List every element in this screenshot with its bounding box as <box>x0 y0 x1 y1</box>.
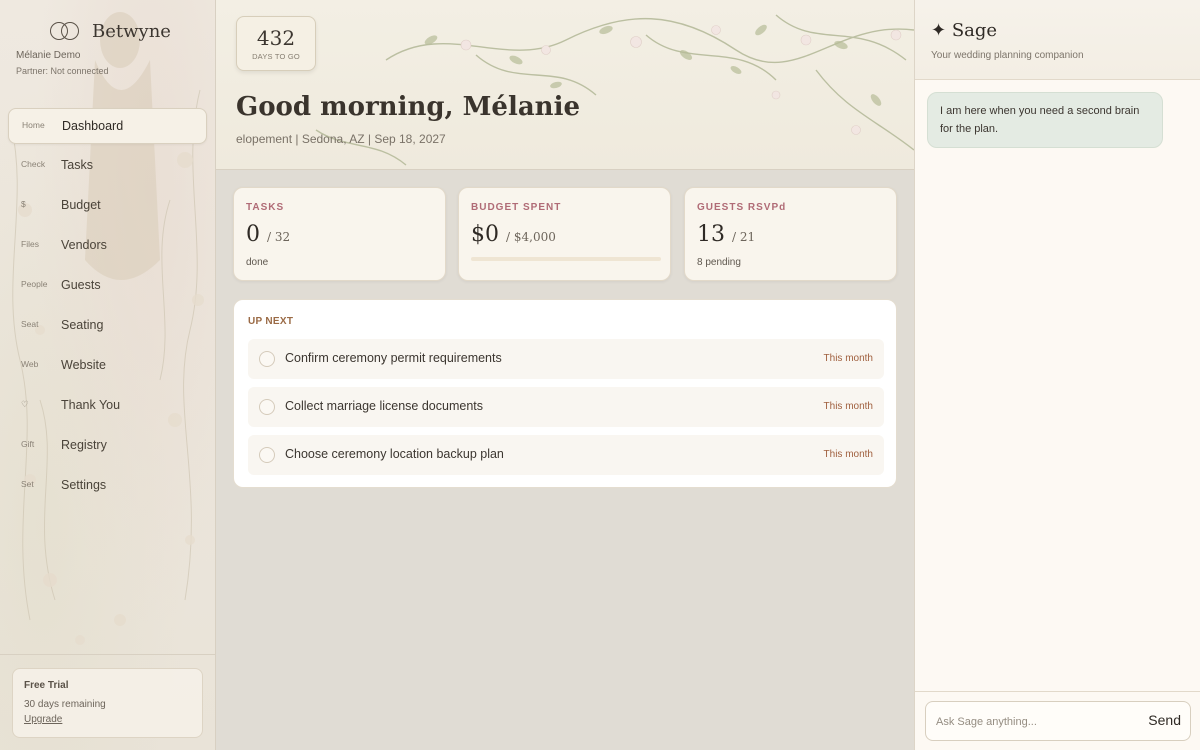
stat-footnote: 8 pending <box>697 257 741 268</box>
task-checkbox[interactable] <box>259 399 275 415</box>
sidebar-item-label: Registry <box>61 438 107 452</box>
task-label: Collect marriage license documents <box>285 399 484 413</box>
sidebar-item-label: Thank You <box>61 398 121 412</box>
task-label: Choose ceremony location backup plan <box>285 447 504 461</box>
sidebar-item-label: Website <box>61 358 106 372</box>
sidebar-item-settings[interactable]: Set Settings <box>8 468 207 504</box>
countdown-badge: 432 DAYS TO GO <box>236 16 316 71</box>
heart-icon: ♡ <box>21 399 29 409</box>
settings-icon: Set <box>21 479 34 489</box>
dollar-icon: $ <box>21 199 26 209</box>
sidebar-item-label: Dashboard <box>62 119 124 133</box>
sidebar-item-label: Seating <box>61 318 104 332</box>
brand[interactable]: Betwyne <box>50 20 171 42</box>
up-next-panel: UP NEXT Confirm ceremony permit requirem… <box>233 299 897 488</box>
stat-footnote: done <box>246 257 269 268</box>
sidebar-divider <box>0 654 215 655</box>
web-icon: Web <box>21 359 39 369</box>
gift-icon: Gift <box>21 439 35 449</box>
seat-icon: Seat <box>21 319 39 329</box>
budget-spent-amount: $0 <box>471 222 499 247</box>
task-due: This month <box>823 449 873 460</box>
budget-progress-bar <box>471 257 661 261</box>
sidebar-item-vendors[interactable]: Files Vendors <box>8 228 207 264</box>
up-next-title: UP NEXT <box>248 316 294 327</box>
stat-value: 0 / 32 <box>246 222 290 247</box>
upgrade-link[interactable]: Upgrade <box>24 714 62 725</box>
task-checkbox[interactable] <box>259 351 275 367</box>
tasks-done-count: 0 <box>246 222 260 247</box>
sidebar-item-dashboard[interactable]: Home Dashboard <box>8 108 207 144</box>
sparkle-icon: ✦ <box>931 20 947 41</box>
sidebar-item-seating[interactable]: Seat Seating <box>8 308 207 344</box>
sidebar-item-label: Budget <box>61 198 101 212</box>
sidebar-nav: Home Dashboard Check Tasks $ Budget File… <box>8 108 207 508</box>
days-to-go-count: 432 <box>256 26 296 50</box>
stat-title: BUDGET SPENT <box>471 202 562 213</box>
task-checkbox[interactable] <box>259 447 275 463</box>
sidebar-item-label: Guests <box>61 278 101 292</box>
sidebar-item-label: Tasks <box>61 158 93 172</box>
people-icon: People <box>21 279 48 289</box>
tasks-total: / 32 <box>267 230 291 244</box>
list-item[interactable]: Collect marriage license documents This … <box>248 387 884 427</box>
sidebar-item-label: Settings <box>61 478 107 492</box>
wedding-rings-icon <box>50 20 82 42</box>
assistant-title: ✦ Sage <box>931 20 997 41</box>
sage-assistant-panel: ✦ Sage Your wedding planning companion I… <box>914 0 1200 750</box>
tasks-stat-card[interactable]: TASKS 0 / 32 done <box>233 187 446 281</box>
sidebar-item-thank-you[interactable]: ♡ Thank You <box>8 388 207 424</box>
trial-days-remaining: 30 days remaining <box>24 699 106 710</box>
budget-stat-card[interactable]: BUDGET SPENT $0 / $4,000 <box>458 187 671 281</box>
event-details: elopement | Sedona, AZ | Sep 18, 2027 <box>236 132 446 146</box>
partner-status: Partner: Not connected <box>16 66 109 76</box>
guests-stat-card[interactable]: GUESTS RSVPd 13 / 21 8 pending <box>684 187 897 281</box>
page-title: Good morning, Mélanie <box>236 92 581 122</box>
sidebar-item-guests[interactable]: People Guests <box>8 268 207 304</box>
guests-total: / 21 <box>732 230 756 244</box>
send-button[interactable]: Send <box>1148 712 1181 728</box>
hero-banner: 432 DAYS TO GO Good morning, Mélanie elo… <box>216 0 914 170</box>
brand-name: Betwyne <box>92 20 171 42</box>
sidebar-item-budget[interactable]: $ Budget <box>8 188 207 224</box>
assistant-name: Sage <box>951 20 998 41</box>
stat-title: TASKS <box>246 202 285 213</box>
sidebar-item-website[interactable]: Web Website <box>8 348 207 384</box>
days-to-go-label: DAYS TO GO <box>252 52 300 61</box>
task-due: This month <box>823 353 873 364</box>
check-icon: Check <box>21 159 46 169</box>
list-item[interactable]: Confirm ceremony permit requirements Thi… <box>248 339 884 379</box>
user-name: Mélanie Demo <box>16 50 81 61</box>
stat-value: $0 / $4,000 <box>471 222 556 247</box>
assistant-message: I am here when you need a second brain f… <box>927 92 1163 148</box>
task-due: This month <box>823 401 873 412</box>
files-icon: Files <box>21 239 39 249</box>
trial-title: Free Trial <box>24 680 69 691</box>
chat-input[interactable] <box>936 712 1126 732</box>
home-icon: Home <box>22 120 45 130</box>
guests-rsvp-count: 13 <box>697 222 725 247</box>
list-item[interactable]: Choose ceremony location backup plan Thi… <box>248 435 884 475</box>
stats-cards: TASKS 0 / 32 done BUDGET SPENT $0 / $4,0… <box>233 187 897 281</box>
sidebar-item-tasks[interactable]: Check Tasks <box>8 148 207 184</box>
sidebar-item-label: Vendors <box>61 238 107 252</box>
assistant-header: ✦ Sage Your wedding planning companion <box>915 0 1200 80</box>
chat-composer: Send <box>925 701 1191 741</box>
budget-total: / $4,000 <box>506 230 556 244</box>
composer-divider <box>915 691 1200 692</box>
task-label: Confirm ceremony permit requirements <box>285 351 502 365</box>
stat-value: 13 / 21 <box>697 222 755 247</box>
dashboard-main: 432 DAYS TO GO Good morning, Mélanie elo… <box>216 0 914 750</box>
sidebar: Betwyne Mélanie Demo Partner: Not connec… <box>0 0 216 750</box>
free-trial-card: Free Trial 30 days remaining Upgrade <box>12 668 203 738</box>
assistant-subtitle: Your wedding planning companion <box>931 50 1084 61</box>
sidebar-item-registry[interactable]: Gift Registry <box>8 428 207 464</box>
stat-title: GUESTS RSVPd <box>697 202 787 213</box>
